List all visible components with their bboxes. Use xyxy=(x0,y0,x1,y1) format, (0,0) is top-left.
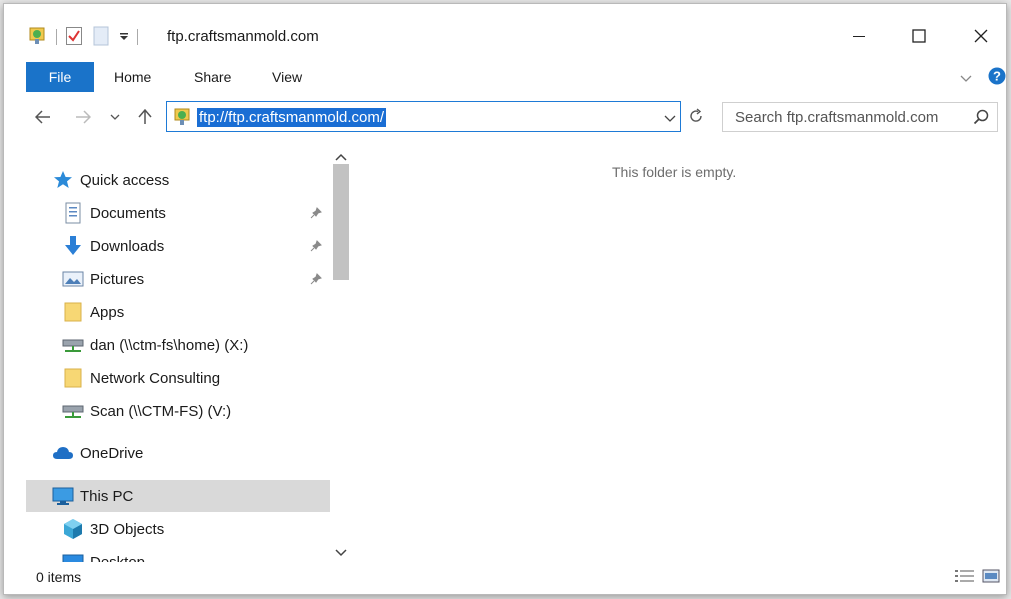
help-icon[interactable]: ? xyxy=(988,67,1006,88)
maximize-button[interactable] xyxy=(896,18,942,54)
large-icons-view-icon[interactable] xyxy=(982,568,1000,587)
pictures-icon xyxy=(62,268,84,290)
refresh-button[interactable] xyxy=(684,104,708,128)
up-button[interactable] xyxy=(134,106,156,128)
scrollbar-thumb[interactable] xyxy=(333,164,349,280)
cube-icon xyxy=(62,518,84,540)
status-item-count: 0 items xyxy=(36,569,82,585)
nav-item-label: Documents xyxy=(90,204,166,222)
refresh-icon xyxy=(690,108,702,122)
nav-item-label: OneDrive xyxy=(80,444,144,462)
recent-locations-button[interactable] xyxy=(104,106,126,128)
search-icon[interactable] xyxy=(973,109,989,128)
address-row: ftp://ftp.craftsmanmold.com/ xyxy=(4,98,1006,138)
nav-item-label: Pictures xyxy=(90,270,145,288)
up-arrow-icon xyxy=(138,109,152,124)
navigation-pane: Quick access Documents Downloads Picture… xyxy=(26,144,330,562)
new-folder-icon[interactable] xyxy=(93,26,109,49)
folder-icon xyxy=(62,301,84,323)
address-url[interactable]: ftp://ftp.craftsmanmold.com/ xyxy=(197,108,387,127)
documents-icon xyxy=(62,202,84,224)
customize-dropdown-icon[interactable] xyxy=(119,29,129,45)
nav-item-label: Apps xyxy=(90,303,125,321)
nav-item-label: Network Consulting xyxy=(90,369,221,387)
close-icon xyxy=(974,29,988,43)
nav-item-apps[interactable]: Apps xyxy=(26,296,330,328)
tab-view[interactable]: View xyxy=(260,62,314,92)
nav-item-pictures[interactable]: Pictures xyxy=(26,263,330,295)
minimize-button[interactable] xyxy=(836,18,882,54)
nav-item-onedrive[interactable]: OneDrive xyxy=(26,437,330,469)
quick-access-toolbar xyxy=(28,26,146,48)
nav-item-scan-drive[interactable]: Scan (\\CTM-FS) (V:) xyxy=(26,395,330,427)
nav-item-downloads[interactable]: Downloads xyxy=(26,230,330,262)
star-icon xyxy=(52,169,74,191)
minimize-icon xyxy=(853,36,865,37)
back-button[interactable] xyxy=(32,106,54,128)
cloud-icon xyxy=(52,442,74,464)
computer-icon xyxy=(52,485,74,507)
tab-share[interactable]: Share xyxy=(182,62,243,92)
chevron-down-icon xyxy=(110,114,120,120)
address-dropdown-icon[interactable] xyxy=(664,110,676,126)
window-title: ftp.craftsmanmold.com xyxy=(167,28,319,45)
scroll-down-icon[interactable] xyxy=(335,544,347,560)
forward-button[interactable] xyxy=(72,106,94,128)
nav-item-label: Scan (\\CTM-FS) (V:) xyxy=(90,402,232,420)
search-box[interactable] xyxy=(722,102,998,132)
nav-item-label: 3D Objects xyxy=(90,520,165,538)
search-input[interactable] xyxy=(723,103,963,131)
network-drive-icon xyxy=(62,334,84,356)
nav-item-quick-access[interactable]: Quick access xyxy=(26,164,330,196)
folder-icon xyxy=(62,367,84,389)
properties-icon[interactable] xyxy=(28,26,48,49)
forward-arrow-icon xyxy=(76,110,91,124)
nav-item-this-pc[interactable]: This PC xyxy=(26,480,330,512)
nav-item-desktop[interactable]: Desktop xyxy=(26,546,330,562)
network-drive-icon xyxy=(62,400,84,422)
svg-text:?: ? xyxy=(993,69,1001,84)
navigation-pane-scrollbar[interactable] xyxy=(330,144,352,562)
empty-folder-message: This folder is empty. xyxy=(612,164,737,180)
downloads-icon xyxy=(62,235,84,257)
nav-item-3d-objects[interactable]: 3D Objects xyxy=(26,513,330,545)
expand-ribbon-icon[interactable] xyxy=(960,70,972,86)
nav-item-label: This PC xyxy=(80,487,134,505)
nav-item-documents[interactable]: Documents xyxy=(26,197,330,229)
view-switcher xyxy=(954,568,1000,587)
nav-item-network-consulting[interactable]: Network Consulting xyxy=(26,362,330,394)
title-bar: ftp.craftsmanmold.com xyxy=(4,4,1006,54)
toolbar-separator xyxy=(56,29,57,45)
pin-icon[interactable] xyxy=(310,239,322,256)
close-button[interactable] xyxy=(958,18,1004,54)
pin-icon[interactable] xyxy=(310,206,322,223)
nav-item-label: Downloads xyxy=(90,237,165,255)
back-arrow-icon xyxy=(35,110,50,124)
address-bar[interactable]: ftp://ftp.craftsmanmold.com/ xyxy=(166,101,681,132)
nav-item-label: Quick access xyxy=(80,171,170,189)
tab-file[interactable]: File xyxy=(26,62,94,92)
file-explorer-window: ftp.craftsmanmold.com File Home Share Vi… xyxy=(3,3,1007,595)
nav-item-label: Desktop xyxy=(90,553,146,563)
nav-item-dan-home-drive[interactable]: dan (\\ctm-fs\home) (X:) xyxy=(26,329,330,361)
ftp-location-icon xyxy=(173,107,193,130)
ribbon-tabs: File Home Share View ? xyxy=(4,60,1006,92)
scroll-up-icon[interactable] xyxy=(335,148,347,164)
maximize-icon xyxy=(912,29,926,43)
toolbar-separator xyxy=(137,29,138,45)
desktop-icon xyxy=(62,551,84,562)
checkmark-icon[interactable] xyxy=(65,26,83,49)
details-view-icon[interactable] xyxy=(954,568,976,587)
pin-icon[interactable] xyxy=(310,272,322,289)
tab-home[interactable]: Home xyxy=(102,62,163,92)
nav-item-label: dan (\\ctm-fs\home) (X:) xyxy=(90,336,249,354)
